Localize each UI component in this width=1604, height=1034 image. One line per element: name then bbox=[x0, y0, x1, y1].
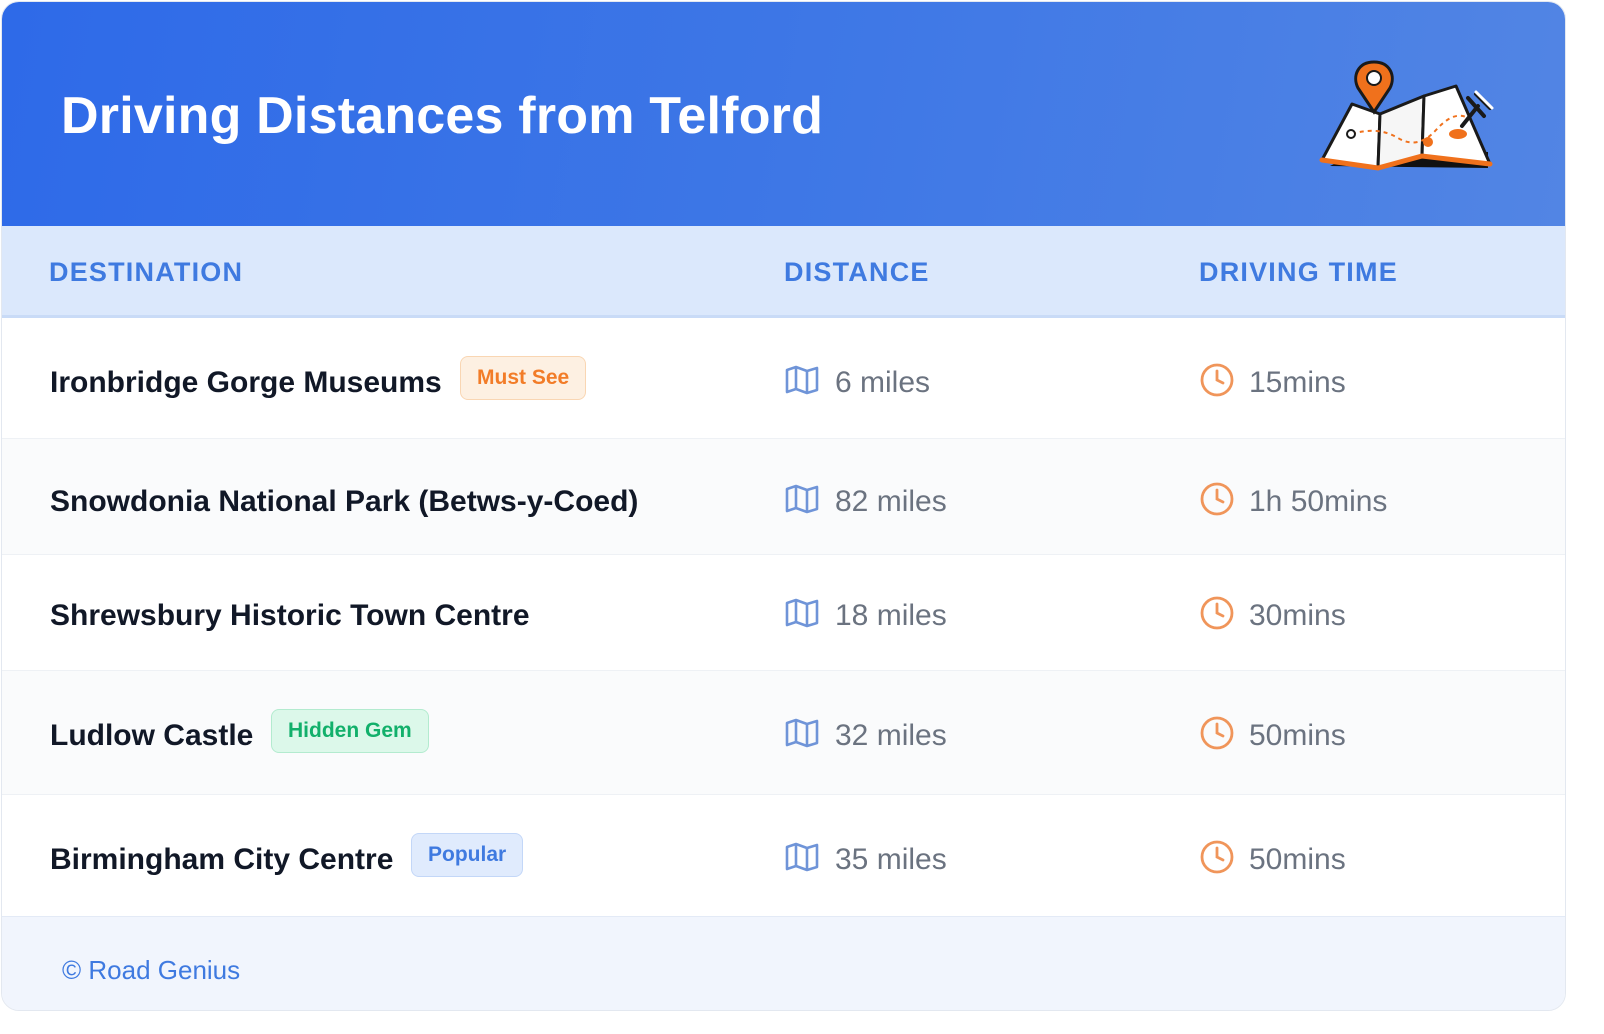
map-icon bbox=[785, 842, 819, 872]
driving-time-value: 1h 50mins bbox=[1249, 485, 1388, 518]
table-header: DESTINATION DISTANCE DRIVING TIME bbox=[2, 226, 1565, 318]
distance-card: Driving Distances from Telford DESTINATI… bbox=[1, 1, 1566, 1011]
distance-value: 35 miles bbox=[835, 843, 947, 876]
destination-name: Birmingham City Centre bbox=[50, 843, 394, 876]
table-row: Ludlow Castle Hidden Gem 32 miles 50mins bbox=[2, 671, 1565, 795]
map-icon bbox=[785, 718, 819, 748]
distance-value: 32 miles bbox=[835, 719, 947, 752]
table-row: Ironbridge Gorge Museums Must See 6 mile… bbox=[2, 318, 1565, 439]
clock-icon bbox=[1200, 363, 1234, 397]
distance-value: 82 miles bbox=[835, 485, 947, 518]
driving-time-value: 30mins bbox=[1249, 599, 1346, 632]
page-title: Driving Distances from Telford bbox=[61, 87, 824, 145]
destination-name: Shrewsbury Historic Town Centre bbox=[50, 599, 530, 632]
driving-time-value: 15mins bbox=[1249, 366, 1346, 399]
footer: © Road Genius bbox=[2, 916, 1565, 1010]
clock-icon bbox=[1200, 482, 1234, 516]
clock-icon bbox=[1200, 596, 1234, 630]
credit-link[interactable]: © Road Genius bbox=[62, 954, 240, 986]
column-header-destination: DESTINATION bbox=[49, 257, 244, 287]
table-row: Snowdonia National Park (Betws-y-Coed) 8… bbox=[2, 439, 1565, 555]
map-icon bbox=[785, 365, 819, 395]
table-row: Birmingham City Centre Popular 35 miles … bbox=[2, 795, 1565, 916]
map-icon bbox=[785, 598, 819, 628]
distance-value: 18 miles bbox=[835, 599, 947, 632]
column-header-distance: DISTANCE bbox=[784, 257, 930, 287]
table-row: Shrewsbury Historic Town Centre 18 miles… bbox=[2, 555, 1565, 671]
folded-map-with-pins-icon bbox=[1319, 60, 1494, 171]
destination-name: Snowdonia National Park (Betws-y-Coed) bbox=[50, 485, 639, 518]
destination-name: Ludlow Castle bbox=[50, 719, 254, 752]
popular-badge: Popular bbox=[411, 833, 524, 877]
driving-time-value: 50mins bbox=[1249, 719, 1346, 752]
clock-icon bbox=[1200, 840, 1234, 874]
distance-value: 6 miles bbox=[835, 366, 931, 399]
hidden-gem-badge: Hidden Gem bbox=[271, 709, 429, 753]
map-icon bbox=[785, 484, 819, 514]
driving-time-value: 50mins bbox=[1249, 843, 1346, 876]
must-see-badge: Must See bbox=[460, 356, 587, 400]
clock-icon bbox=[1200, 716, 1234, 750]
column-header-driving-time: DRIVING TIME bbox=[1199, 257, 1398, 287]
header-banner: Driving Distances from Telford bbox=[2, 2, 1565, 226]
destination-name: Ironbridge Gorge Museums bbox=[50, 366, 442, 399]
